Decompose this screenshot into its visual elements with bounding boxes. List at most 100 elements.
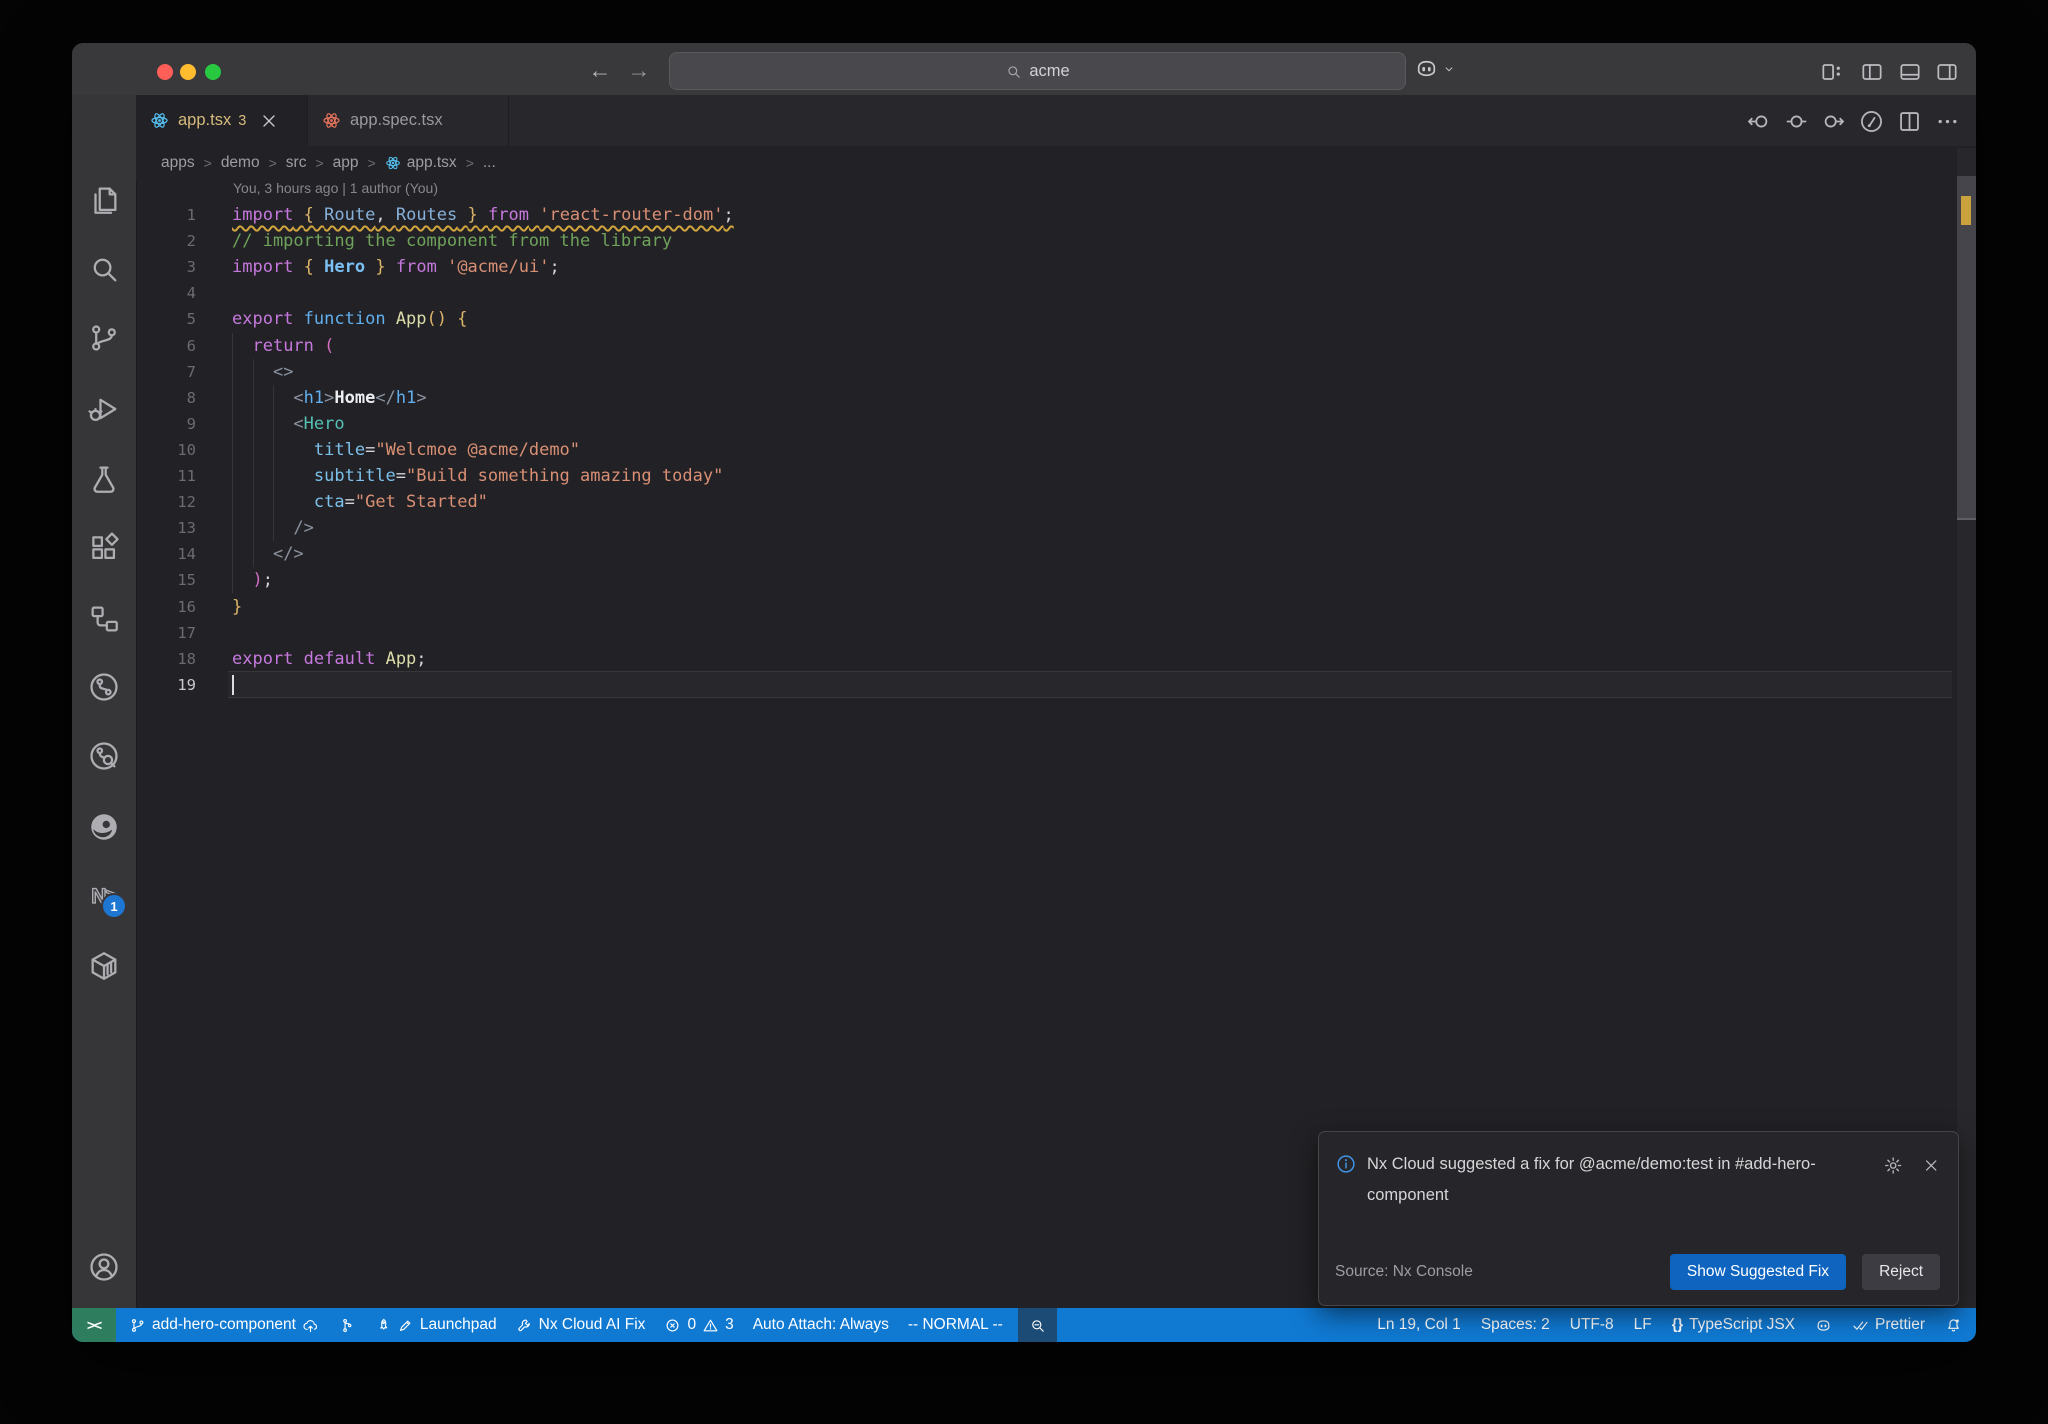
code-line[interactable]: 9 <Hero: [136, 410, 1952, 437]
activity-item-references[interactable]: [87, 602, 121, 636]
status-auto-attach[interactable]: Auto Attach: Always: [753, 1316, 889, 1334]
status-vim-mode[interactable]: -- NORMAL --: [908, 1316, 1003, 1334]
tab-app.tsx[interactable]: app.tsx 3: [136, 95, 308, 146]
scrollbar-thumb[interactable]: [1957, 176, 1976, 518]
code-token: "Get Started": [354, 492, 488, 513]
activity-item-containers[interactable]: [87, 949, 121, 983]
nav-back-icon[interactable]: [1745, 108, 1772, 135]
status-language-mode[interactable]: {} TypeScript JSX: [1672, 1316, 1795, 1334]
breadcrumb-item[interactable]: demo: [221, 154, 260, 172]
close-icon[interactable]: [259, 111, 279, 131]
layout-customize-icon[interactable]: [1819, 59, 1845, 85]
status-nx-cloud-ai-fix[interactable]: Nx Cloud AI Fix: [516, 1316, 645, 1334]
breadcrumb-item[interactable]: ...: [483, 154, 496, 172]
code-token: }: [375, 257, 386, 278]
status-formatter[interactable]: Prettier: [1852, 1316, 1925, 1334]
code-line[interactable]: 12 cta="Get Started": [136, 489, 1952, 516]
traffic-light-close[interactable]: [157, 64, 173, 80]
forward-arrow-icon[interactable]: →: [626, 57, 652, 83]
activity-item-nx-console[interactable]: N>1: [87, 880, 127, 919]
code-line[interactable]: 14 </>: [136, 541, 1952, 568]
code-line[interactable]: 10 title="Welcmoe @acme/demo": [136, 436, 1952, 463]
activity-item-search[interactable]: [87, 252, 121, 286]
show-suggested-fix-button[interactable]: Show Suggested Fix: [1669, 1254, 1847, 1290]
copilot-icon: [1414, 56, 1439, 81]
status-indentation[interactable]: Spaces: 2: [1481, 1316, 1550, 1334]
code-line[interactable]: 18 export default App;: [136, 646, 1952, 672]
code-line[interactable]: 16}: [136, 594, 1952, 620]
status-commit-graph[interactable]: [338, 1317, 355, 1334]
run-circle-icon[interactable]: [1858, 108, 1885, 135]
activity-item-accounts[interactable]: [87, 1250, 121, 1284]
code-line[interactable]: 1 import { Route, Routes } from 'react-ro…: [136, 202, 1952, 228]
breadcrumb-item[interactable]: app: [333, 154, 359, 172]
reject-button[interactable]: Reject: [1862, 1254, 1940, 1290]
status-git-branch[interactable]: add-hero-component: [129, 1316, 319, 1334]
tab-app.spec.tsx[interactable]: app.spec.tsx: [308, 95, 509, 146]
code-line[interactable]: 3 import { Hero } from '@acme/ui';: [136, 254, 1952, 280]
activity-item-git-graph-search[interactable]: [87, 739, 121, 773]
code-line[interactable]: 5 export function App() {: [136, 306, 1952, 332]
breadcrumb-item[interactable]: apps: [161, 154, 195, 172]
text-cursor: [232, 674, 234, 695]
breadcrumb-item[interactable]: src: [286, 154, 307, 172]
line-number: 11: [177, 467, 196, 485]
code-line[interactable]: 4: [136, 280, 1952, 306]
code-line[interactable]: 19: [136, 670, 1952, 698]
code-token: from: [395, 257, 437, 278]
indent-guide: [232, 332, 233, 359]
activity-item-explorer[interactable]: [87, 183, 121, 217]
code-line[interactable]: 15 );: [136, 567, 1952, 594]
activity-item-edge-devtools[interactable]: [87, 810, 121, 844]
code-token: Hero: [324, 257, 366, 278]
status-eol[interactable]: LF: [1634, 1316, 1652, 1334]
code-line[interactable]: 6 return (: [136, 332, 1952, 359]
command-center-search[interactable]: acme: [669, 52, 1406, 90]
split-editor-icon[interactable]: [1896, 108, 1923, 135]
code-line[interactable]: 7 <>: [136, 358, 1952, 385]
breadcrumb-item[interactable]: app.tsx: [385, 154, 457, 172]
traffic-light-minimize[interactable]: [180, 64, 196, 80]
indent-guide: [253, 515, 254, 542]
code-line[interactable]: 8 <h1>Home</h1>: [136, 384, 1952, 411]
breadcrumb[interactable]: apps > demo > src > app > app.tsx >...: [136, 146, 1952, 180]
status-encoding[interactable]: UTF-8: [1570, 1316, 1614, 1334]
status-cursor-position[interactable]: Ln 19, Col 1: [1377, 1316, 1461, 1334]
remote-indicator[interactable]: ><: [72, 1308, 116, 1342]
activity-item-run-and-debug[interactable]: [87, 392, 121, 426]
code-line[interactable]: 13 />: [136, 515, 1952, 542]
activity-item-extensions[interactable]: [87, 531, 121, 565]
nav-location-icon[interactable]: [1783, 108, 1810, 135]
more-actions-icon[interactable]: [1934, 108, 1961, 135]
status-notifications-bell[interactable]: [1945, 1317, 1962, 1334]
activity-item-git-graph[interactable]: [87, 670, 121, 704]
code-line-content: cta="Get Started": [228, 489, 1952, 516]
copilot-menu[interactable]: [1414, 56, 1456, 81]
toggle-sidebar-icon[interactable]: [1859, 59, 1885, 85]
nav-forward-icon[interactable]: [1820, 108, 1847, 135]
indent-guide: [253, 384, 254, 411]
toggle-panel-icon[interactable]: [1897, 59, 1923, 85]
code-line[interactable]: 11 subtitle="Build something amazing tod…: [136, 463, 1952, 490]
close-icon[interactable]: [1922, 1156, 1940, 1175]
status-launchpad[interactable]: Launchpad: [374, 1316, 497, 1334]
activity-item-testing[interactable]: [87, 462, 121, 496]
status-problems[interactable]: 03: [664, 1316, 734, 1334]
gear-icon[interactable]: [1883, 1155, 1903, 1176]
code-line[interactable]: 2 // importing the component from the lib…: [136, 228, 1952, 254]
indent-guide: [273, 436, 274, 463]
scrollbar-overview-ruler[interactable]: [1957, 148, 1976, 1308]
activity-item-source-control[interactable]: [87, 321, 121, 355]
code-line[interactable]: 17: [136, 620, 1952, 646]
status-copilot-status[interactable]: [1815, 1317, 1832, 1334]
status-zoom-indicator[interactable]: [1017, 1308, 1057, 1342]
toggle-secondary-sidebar-icon[interactable]: [1934, 59, 1960, 85]
traffic-light-zoom[interactable]: [205, 64, 221, 80]
code-token: {: [457, 309, 468, 330]
back-arrow-icon[interactable]: ←: [587, 57, 613, 83]
code-line-content: // importing the component from the libr…: [228, 228, 1952, 254]
code-token: import: [232, 205, 294, 225]
indent-guide: [253, 358, 254, 385]
